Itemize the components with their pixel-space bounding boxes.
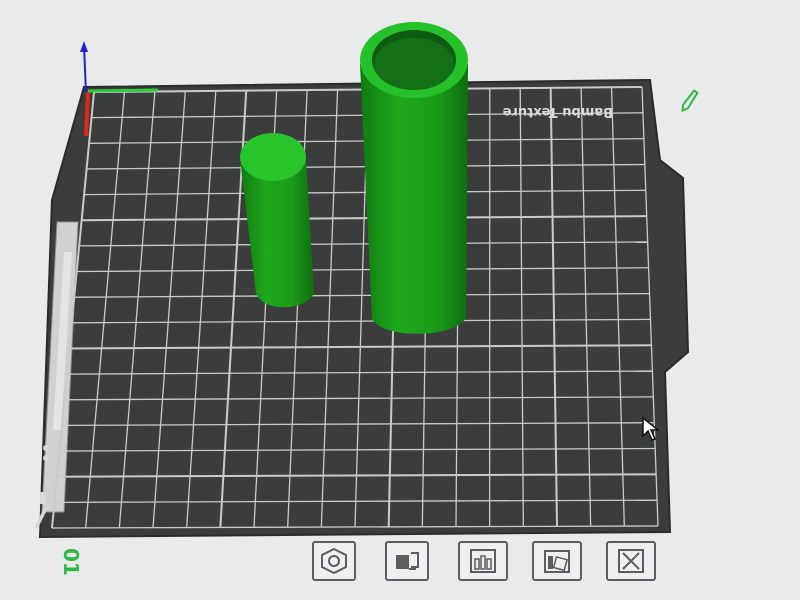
object-edit-icon [544, 550, 570, 573]
3d-viewport[interactable]: Bambu Texture 01 [0, 0, 800, 600]
arrange-button[interactable] [312, 541, 356, 581]
object-toolbar [312, 541, 658, 581]
edit-object-button[interactable] [532, 541, 582, 581]
x-axis [84, 91, 90, 137]
tall-tube-object[interactable] [360, 22, 468, 334]
z-axis [83, 45, 87, 94]
cube-rotate-icon [396, 552, 419, 570]
mouse-cursor-icon [642, 416, 661, 441]
y-axis [87, 88, 159, 93]
plate-texture-label: Bambu Texture [502, 104, 613, 119]
layout-button[interactable] [458, 541, 508, 581]
plate-number-label: 01 [59, 548, 83, 576]
close-icon [618, 549, 644, 573]
delete-button[interactable] [606, 541, 656, 581]
layout-grid-icon [470, 549, 496, 573]
hexagon-nut-icon [321, 547, 347, 575]
orient-button[interactable] [385, 541, 429, 581]
plate-edit-icon[interactable] [680, 89, 699, 113]
